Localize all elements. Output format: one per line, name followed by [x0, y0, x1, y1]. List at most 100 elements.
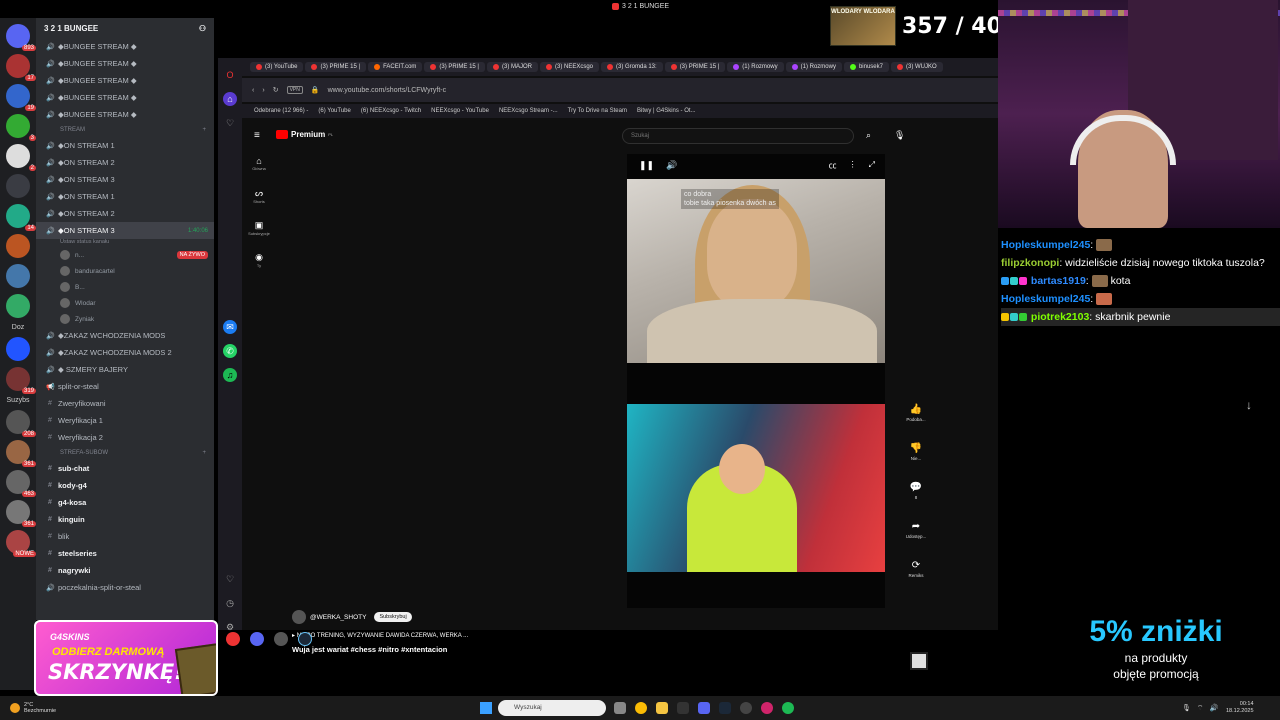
server-icon[interactable]	[6, 264, 30, 288]
arrow-down-icon[interactable]: ↓	[1246, 398, 1252, 412]
pause-icon[interactable]: ❚❚	[639, 160, 654, 171]
voice-user[interactable]: banduracartel	[36, 263, 214, 279]
server-icon[interactable]: 19	[6, 84, 36, 111]
remix-button[interactable]: ⟳ Remiks	[902, 560, 930, 599]
server-icon[interactable]: NOWE	[6, 530, 36, 557]
browser-tab[interactable]: (1) Rozmowy	[785, 62, 842, 72]
task-view-icon[interactable]	[614, 702, 626, 714]
discord-icon[interactable]	[698, 702, 710, 714]
voice-user[interactable]: Wlodar	[36, 295, 214, 311]
bookmark-item[interactable]: (6) YouTube	[318, 108, 350, 114]
server-icon[interactable]	[6, 294, 30, 318]
taskbar-search[interactable]: Wyszukaj	[498, 700, 606, 716]
music-info[interactable]: ▸ NITRO TRENING, WYZYWANIE DAWIDA CZERWA…	[292, 632, 468, 639]
mic-icon[interactable]: 🎙	[1182, 704, 1191, 713]
short-description[interactable]: Wuja jest wariat #chess #nitro #xntentac…	[292, 645, 468, 654]
nav-you[interactable]: ◉ Ty	[248, 252, 270, 268]
browser-tab[interactable]: (3) YouTube	[250, 62, 304, 72]
more-icon[interactable]: ⋮	[849, 160, 857, 171]
windows-start-icon[interactable]	[480, 702, 492, 714]
text-channel[interactable]: # Weryfikacja 1	[36, 412, 214, 429]
mic-icon[interactable]: 🎙	[894, 130, 905, 141]
text-channel[interactable]: # sub-chat	[36, 460, 214, 477]
search-icon[interactable]: ⌕	[866, 130, 871, 141]
like-button[interactable]: 👍 Podoba...	[902, 404, 930, 443]
voice-user[interactable]: B...	[36, 279, 214, 295]
subscribe-button[interactable]: Subskrybuj	[374, 612, 412, 622]
bookmark-item[interactable]: NEEXcsgo - YouTube	[431, 108, 489, 114]
voice-channel-active[interactable]: 🔊 ◆ON STREAM 3 1:40:06	[36, 222, 214, 239]
voice-user[interactable]: Zyniak	[36, 311, 214, 327]
voice-channel[interactable]: 🔊 ◆ON STREAM 2	[36, 205, 214, 222]
nav-shorts[interactable]: ᔕ Shorts	[248, 188, 270, 204]
channel-avatar[interactable]	[910, 652, 928, 670]
bookmark-item[interactable]: NEEXcsgo Stream -...	[499, 108, 558, 114]
voice-channel[interactable]: 🔊 ◆ON STREAM 3	[36, 171, 214, 188]
bookmark-icon[interactable]: ♡	[223, 116, 237, 130]
captions-icon[interactable]: ㏄	[829, 160, 837, 171]
bookmark-item[interactable]: Odebrane (12 966) -	[254, 108, 308, 114]
fullscreen-icon[interactable]: ⤢	[869, 160, 875, 171]
obs-icon[interactable]	[740, 702, 752, 714]
dislike-button[interactable]: 👎 Nie...	[902, 443, 930, 482]
voice-user[interactable]: n... NA ŻYWO	[36, 247, 214, 263]
voice-channel[interactable]: 🔊 poczekalnia-split-or-steal	[36, 579, 214, 596]
browser-tab[interactable]: (3) PRIME 15 |	[424, 62, 485, 72]
wifi-icon[interactable]: ⌔	[1197, 704, 1204, 713]
browser-tab[interactable]: (3) PRIME 15 |	[305, 62, 367, 72]
reload-icon[interactable]: ↻	[273, 86, 279, 94]
weather-widget[interactable]: 2°C Bezchmurnie	[10, 702, 56, 714]
steam-icon[interactable]	[719, 702, 731, 714]
browser-tab[interactable]: (3) MAJOR	[486, 62, 538, 72]
text-channel[interactable]: # kody-g4	[36, 477, 214, 494]
voice-channel[interactable]: 🔊 ◆ZAKAZ WCHODZENIA MODS	[36, 327, 214, 344]
server-icon[interactable]: 361	[6, 500, 36, 527]
text-channel[interactable]: # kinguin	[36, 511, 214, 528]
url-field[interactable]: www.youtube.com/shorts/LCFWyryft-c	[328, 87, 447, 94]
messenger-icon[interactable]: ✉	[223, 320, 237, 334]
comments-button[interactable]: 💬 8	[902, 482, 930, 521]
server-icon[interactable]	[6, 174, 30, 198]
channel-status[interactable]: Ustaw status kanału	[36, 239, 214, 247]
volume-icon[interactable]: 🔊	[666, 160, 677, 171]
terminal-icon[interactable]	[677, 702, 689, 714]
voice-channel[interactable]: 🔊 ◆ SZMERY BAJERY	[36, 361, 214, 378]
server-icon[interactable]: 3	[6, 114, 36, 141]
vpn-badge[interactable]: VPN	[286, 86, 303, 94]
nav-home[interactable]: ⌂ Główna	[248, 156, 270, 171]
browser-tab[interactable]: (3) Gromda 13:	[601, 62, 663, 72]
text-channel[interactable]: 📢 split-or-steal	[36, 378, 214, 395]
server-icon[interactable]	[6, 337, 30, 361]
plus-icon[interactable]: +	[202, 127, 206, 133]
voice-channel[interactable]: 🔊 ◆ON STREAM 1	[36, 137, 214, 154]
voice-channel[interactable]: 🔊 ◆BUNGEE STREAM ◆	[36, 89, 214, 106]
server-icon[interactable]: 893	[6, 24, 36, 51]
text-channel[interactable]: # blik	[36, 528, 214, 545]
guild-header[interactable]: 3 2 1 BUNGEE ⚇	[36, 18, 214, 38]
avatar[interactable]	[292, 610, 306, 624]
back-icon[interactable]: ‹	[252, 87, 254, 94]
voice-channel[interactable]: 🔊 ◆ZAKAZ WCHODZENIA MODS 2	[36, 344, 214, 361]
category-stream[interactable]: STREAM +	[36, 123, 214, 137]
server-icon[interactable]: 361	[6, 440, 36, 467]
voice-channel[interactable]: 🔊 ◆ON STREAM 1	[36, 188, 214, 205]
text-channel[interactable]: # nagrywki	[36, 562, 214, 579]
volume-icon[interactable]: 🔊	[1209, 704, 1218, 713]
browser-tab[interactable]: (3) PRIME 15 |	[664, 62, 726, 72]
chrome-icon[interactable]	[635, 702, 647, 714]
browser-tab[interactable]: (1) Rozmowy	[727, 62, 784, 72]
steam-icon[interactable]	[298, 632, 312, 646]
voice-channel[interactable]: 🔊 ◆ON STREAM 2	[36, 154, 214, 171]
browser-tab[interactable]: (3) WUJKO	[890, 62, 943, 72]
obs-icon[interactable]	[274, 632, 288, 646]
server-icon[interactable]: 208	[6, 410, 36, 437]
voice-channel[interactable]: 🔊 ◆BUNGEE STREAM ◆	[36, 106, 214, 123]
shorts-player[interactable]: ❚❚ 🔊 ㏄ ⋮ ⤢ co dobra tobie taka piosenka …	[627, 154, 885, 608]
nav-subscriptions[interactable]: ▣ Subskrypcje	[248, 220, 270, 236]
bookmark-item[interactable]: Try To Drive na Steam	[568, 108, 627, 114]
spotify-icon[interactable]: ♫	[223, 368, 237, 382]
whatsapp-icon[interactable]: ✆	[223, 344, 237, 358]
text-channel[interactable]: # g4-kosa	[36, 494, 214, 511]
add-member-icon[interactable]: ⚇	[199, 24, 206, 33]
server-icon[interactable]: 17	[6, 54, 36, 81]
